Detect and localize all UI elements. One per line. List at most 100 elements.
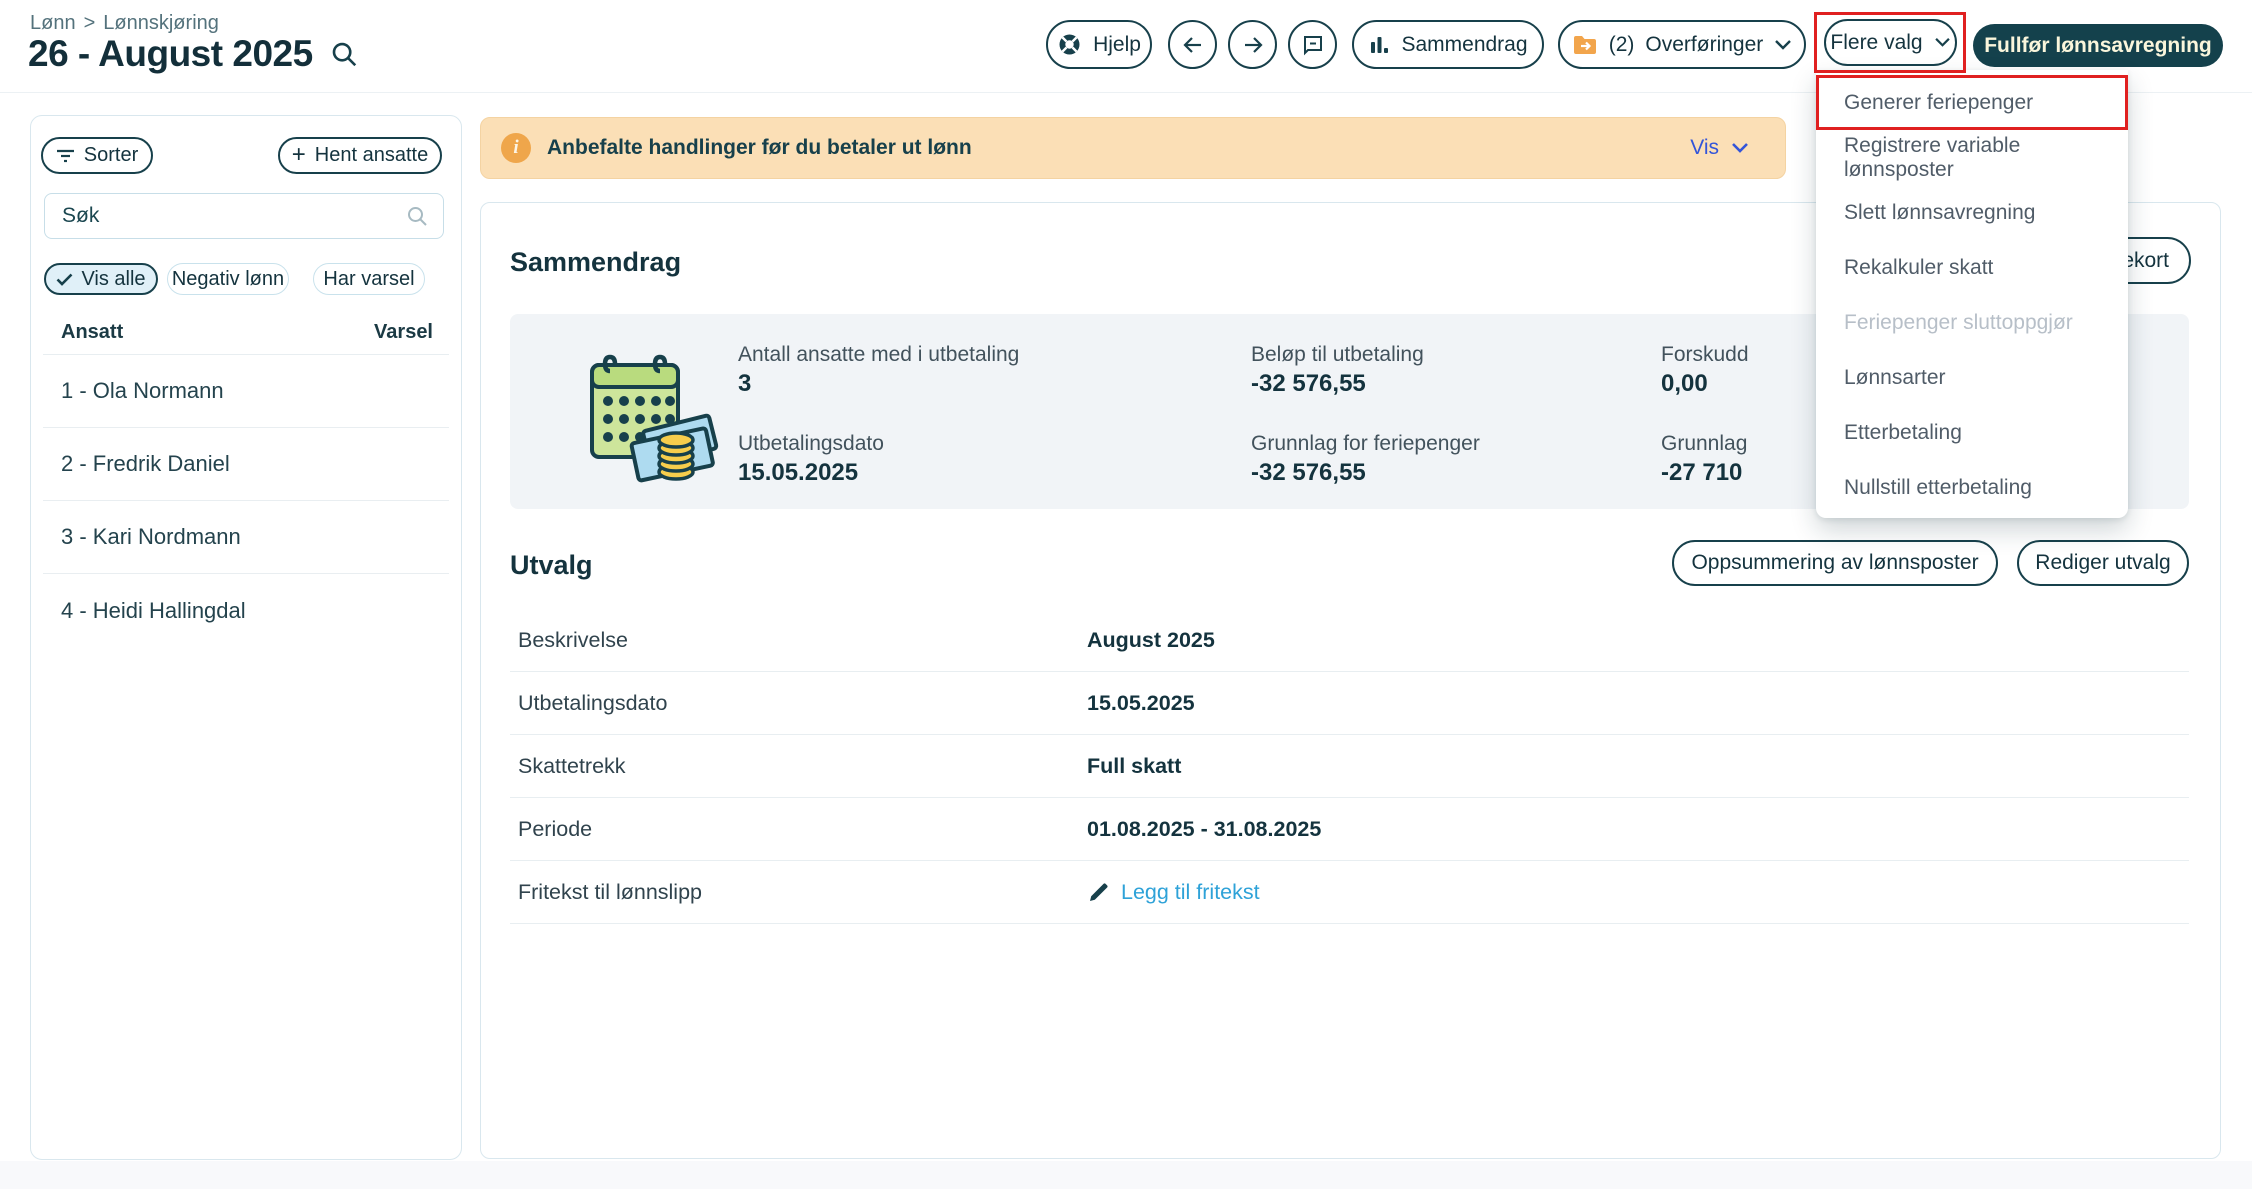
menu-item[interactable]: Generer feriepenger bbox=[1816, 75, 2128, 130]
calendar-money-illustration bbox=[574, 331, 734, 491]
transfers-button[interactable]: (2) Overføringer bbox=[1558, 20, 1806, 69]
more-options-menu: Generer feriepenger Registrere variable … bbox=[1816, 70, 2128, 518]
summary-button[interactable]: Sammendrag bbox=[1352, 20, 1544, 69]
row-label: Utbetalingsdato bbox=[518, 690, 668, 715]
summary-stats-column: Antall ansatte med i utbetaling 3 Utbeta… bbox=[738, 342, 1019, 487]
help-button[interactable]: Hjelp bbox=[1046, 20, 1152, 69]
column-header-ansatt[interactable]: Ansatt bbox=[61, 321, 123, 344]
menu-item: Feriepenger sluttoppgjør bbox=[1844, 310, 2073, 334]
menu-item[interactable]: Etterbetaling bbox=[1816, 405, 2128, 460]
table-row: Periode 01.08.2025 - 31.08.2025 bbox=[510, 798, 2189, 861]
column-header-varsel[interactable]: Varsel bbox=[374, 321, 433, 344]
filter-lines-icon bbox=[56, 148, 75, 164]
recommended-actions-banner: i Anbefalte handlinger før du betaler ut… bbox=[480, 117, 1786, 179]
payroll-summary-button[interactable]: Oppsummering av lønnsposter bbox=[1672, 540, 1998, 586]
arrow-left-icon bbox=[1181, 33, 1205, 57]
stat-label: Antall ansatte med i utbetaling bbox=[738, 343, 1020, 366]
stat-label: Utbetalingsdato bbox=[738, 432, 884, 455]
complete-payroll-button[interactable]: Fullfør lønnsavregning bbox=[1973, 24, 2223, 67]
bar-chart-icon bbox=[1368, 34, 1390, 56]
stat-value: 15.05.2025 bbox=[738, 459, 859, 486]
arrow-right-icon bbox=[1241, 33, 1265, 57]
banner-show-toggle[interactable]: Vis bbox=[1690, 136, 1749, 160]
filter-chip-vis-alle[interactable]: Vis alle bbox=[44, 263, 158, 295]
stat-label: Beløp til utbetaling bbox=[1251, 343, 1424, 366]
more-options-button[interactable]: Flere valg bbox=[1824, 19, 1957, 66]
chevron-down-icon bbox=[1774, 39, 1792, 51]
breadcrumb-separator: > bbox=[83, 12, 96, 34]
selection-detail-table: Beskrivelse August 2025 Utbetalingsdato … bbox=[510, 609, 2189, 924]
search-input[interactable] bbox=[62, 204, 405, 228]
employee-list: 1 - Ola Normann 2 - Fredrik Daniel 3 - K… bbox=[43, 355, 449, 647]
life-buoy-icon bbox=[1057, 32, 1082, 57]
stat-value: 0,00 bbox=[1661, 370, 1708, 397]
row-value: August 2025 bbox=[1087, 627, 1215, 652]
summary-stats-column: Beløp til utbetaling -32 576,55 Grunnlag… bbox=[1251, 342, 1480, 487]
summary-label: Sammendrag bbox=[1401, 32, 1528, 56]
summary-stat: Forskudd 0,00 bbox=[1661, 342, 1749, 398]
breadcrumb-lonn[interactable]: Lønn bbox=[30, 12, 76, 35]
stat-value: -32 576,55 bbox=[1251, 370, 1366, 397]
search-icon[interactable] bbox=[329, 39, 359, 69]
breadcrumb-lonnskjoring[interactable]: Lønnskjøring bbox=[103, 12, 219, 35]
summary-stat: Utbetalingsdato 15.05.2025 bbox=[738, 431, 1019, 487]
stat-label: Grunnlag for feriepenger bbox=[1251, 432, 1480, 455]
row-value: Full skatt bbox=[1087, 753, 1182, 778]
stat-value: -32 576,55 bbox=[1251, 459, 1366, 486]
selection-heading: Utvalg bbox=[510, 550, 593, 580]
help-label: Hjelp bbox=[1093, 32, 1141, 56]
back-button[interactable] bbox=[1168, 20, 1217, 69]
row-label: Fritekst til lønnslipp bbox=[518, 879, 702, 904]
pencil-icon bbox=[1087, 880, 1111, 904]
summary-stat: Grunnlag for feriepenger -32 576,55 bbox=[1251, 431, 1480, 487]
employee-list-item[interactable]: 4 - Heidi Hallingdal bbox=[43, 574, 449, 647]
table-row: Beskrivelse August 2025 bbox=[510, 609, 2189, 672]
row-label: Beskrivelse bbox=[518, 627, 628, 652]
plus-icon: + bbox=[291, 140, 306, 168]
table-row: Skattetrekk Full skatt bbox=[510, 735, 2189, 798]
filter-chip-har-varsel[interactable]: Har varsel bbox=[313, 263, 425, 295]
summary-heading: Sammendrag bbox=[510, 247, 682, 277]
menu-item[interactable]: Nullstill etterbetaling bbox=[1816, 460, 2128, 515]
employee-list-item[interactable]: 2 - Fredrik Daniel bbox=[43, 428, 449, 501]
row-label: Skattetrekk bbox=[518, 753, 626, 778]
table-row: Utbetalingsdato 15.05.2025 bbox=[510, 672, 2189, 735]
row-label: Periode bbox=[518, 816, 593, 841]
chevron-down-icon bbox=[1934, 37, 1951, 48]
magnifier-icon bbox=[405, 204, 429, 228]
sort-label: Sorter bbox=[83, 144, 139, 166]
banner-show-label: Vis bbox=[1690, 136, 1719, 159]
banner-text: Anbefalte handlinger før du betaler ut l… bbox=[547, 136, 972, 159]
employee-list-item[interactable]: 3 - Kari Nordmann bbox=[43, 501, 449, 574]
info-icon: i bbox=[501, 133, 531, 163]
page-bottom-background bbox=[0, 1161, 2252, 1189]
sort-button[interactable]: Sorter bbox=[41, 137, 153, 174]
stat-label: Forskudd bbox=[1661, 343, 1749, 366]
menu-item[interactable]: Rekalkuler skatt bbox=[1816, 240, 2128, 295]
table-row: Fritekst til lønnslipp Legg til fritekst bbox=[510, 861, 2189, 924]
comment-button[interactable] bbox=[1288, 20, 1337, 69]
fetch-employees-button[interactable]: + Hent ansatte bbox=[278, 137, 442, 174]
breadcrumb: Lønn > Lønnskjøring bbox=[30, 12, 219, 35]
edit-selection-button[interactable]: Rediger utvalg bbox=[2017, 540, 2189, 586]
chevron-down-icon bbox=[1731, 142, 1749, 154]
transfers-count: (2) bbox=[1608, 32, 1635, 56]
summary-stats-column: Forskudd 0,00 Grunnlag -27 710 bbox=[1661, 342, 1749, 487]
employee-sidebar: Sorter + Hent ansatte Vis alle Negativ l… bbox=[30, 115, 462, 1160]
menu-item[interactable]: Registrere variable lønnsposter bbox=[1816, 130, 2128, 185]
add-freetext-link[interactable]: Legg til fritekst bbox=[1087, 880, 1260, 905]
transfers-label: Overføringer bbox=[1645, 32, 1764, 56]
check-icon bbox=[56, 273, 73, 286]
filter-chip-negativ-lønn[interactable]: Negativ lønn bbox=[167, 263, 289, 295]
employee-search bbox=[44, 193, 444, 239]
fetch-employees-label: Hent ansatte bbox=[314, 144, 429, 166]
employee-list-item[interactable]: 1 - Ola Normann bbox=[43, 355, 449, 428]
forward-button[interactable] bbox=[1228, 20, 1277, 69]
stat-value: 3 bbox=[738, 370, 752, 397]
page-title: 26 - August 2025 bbox=[28, 33, 313, 74]
menu-item[interactable]: Slett lønnsavregning bbox=[1816, 185, 2128, 240]
summary-stat: Antall ansatte med i utbetaling 3 bbox=[738, 342, 1019, 398]
speech-bubble-icon bbox=[1301, 33, 1325, 57]
row-value: 01.08.2025 - 31.08.2025 bbox=[1087, 816, 1322, 841]
menu-item[interactable]: Lønnsarter bbox=[1816, 350, 2128, 405]
